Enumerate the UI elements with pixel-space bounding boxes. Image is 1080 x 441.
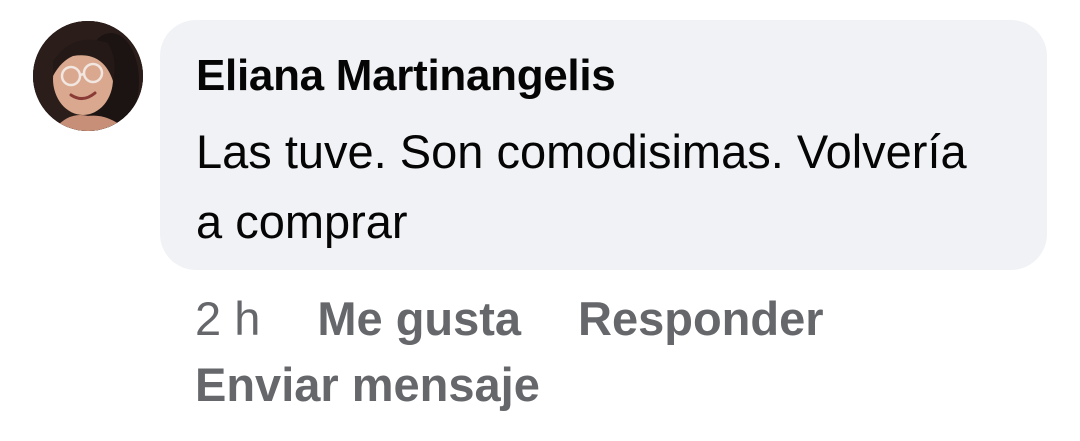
comment-actions: 2 h Me gusta Responder Enviar mensaje bbox=[195, 286, 995, 418]
author-avatar[interactable] bbox=[33, 21, 143, 131]
send-message-button[interactable]: Enviar mensaje bbox=[195, 352, 540, 418]
comment-timestamp[interactable]: 2 h bbox=[195, 286, 260, 352]
reply-button[interactable]: Responder bbox=[578, 286, 824, 352]
comment-actions-row-secondary: Enviar mensaje bbox=[195, 352, 995, 418]
like-button[interactable]: Me gusta bbox=[317, 286, 521, 352]
avatar-photo-icon bbox=[33, 21, 143, 131]
comment-bubble: Eliana Martinangelis Las tuve. Son comod… bbox=[160, 20, 1047, 270]
comment-actions-row: 2 h Me gusta Responder bbox=[195, 286, 995, 352]
comment-text: Las tuve. Son comodisimas. Volvería a co… bbox=[196, 125, 967, 248]
comment-author-name[interactable]: Eliana Martinangelis bbox=[196, 50, 1011, 102]
